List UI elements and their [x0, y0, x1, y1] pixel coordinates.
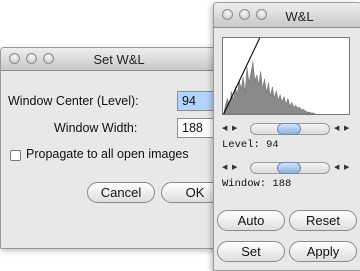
- dialog-titlebar[interactable]: Set W&L: [1, 48, 237, 71]
- arrow-right-icon[interactable]: ▶: [344, 124, 349, 132]
- level-value: 94: [266, 139, 279, 151]
- set-button[interactable]: Set: [217, 241, 285, 262]
- arrow-left-icon[interactable]: ◀: [334, 124, 339, 132]
- histogram: [222, 37, 350, 115]
- window-value: 188: [272, 178, 292, 190]
- close-button[interactable]: [222, 9, 233, 20]
- propagate-label: Propagate to all open images: [26, 147, 189, 161]
- panel-titlebar[interactable]: W&L: [214, 3, 360, 28]
- arrow-left-icon[interactable]: ◀: [222, 124, 227, 132]
- dialog-title: Set W&L: [93, 52, 145, 67]
- level-label: Level:: [222, 139, 260, 151]
- arrow-right-icon[interactable]: ▶: [344, 163, 349, 171]
- level-track[interactable]: [250, 123, 330, 135]
- window-label: Window:: [222, 178, 267, 190]
- set-wl-dialog: Set W&L Window Center (Level): Window Wi…: [0, 47, 238, 249]
- arrow-left-icon[interactable]: ◀: [334, 163, 339, 171]
- apply-button[interactable]: Apply: [289, 241, 357, 262]
- reset-button[interactable]: Reset: [289, 210, 357, 231]
- level-thumb[interactable]: [277, 123, 301, 135]
- level-scrollbar[interactable]: ◀ ▶ ◀ ▶: [222, 122, 356, 136]
- window-thumb[interactable]: [277, 162, 301, 174]
- auto-button[interactable]: Auto: [217, 210, 285, 231]
- arrow-right-icon[interactable]: ▶: [232, 124, 237, 132]
- cancel-button[interactable]: Cancel: [87, 182, 155, 203]
- level-readout: Level: 94: [222, 139, 279, 151]
- panel-title: W&L: [285, 9, 314, 24]
- arrow-right-icon[interactable]: ▶: [232, 163, 237, 171]
- wl-panel: W&L ◀ ▶ ◀ ▶ Level: 94 ◀ ▶ ◀ ▶ Window: 18…: [213, 2, 360, 271]
- arrow-left-icon[interactable]: ◀: [222, 163, 227, 171]
- window-scrollbar[interactable]: ◀ ▶ ◀ ▶: [222, 161, 356, 175]
- propagate-checkbox[interactable]: [10, 150, 21, 161]
- window-track[interactable]: [250, 162, 330, 174]
- histogram-bars: [223, 61, 316, 114]
- window-readout: Window: 188: [222, 178, 291, 190]
- window-width-label: Window Width:: [54, 121, 138, 135]
- window-center-label: Window Center (Level):: [8, 94, 139, 108]
